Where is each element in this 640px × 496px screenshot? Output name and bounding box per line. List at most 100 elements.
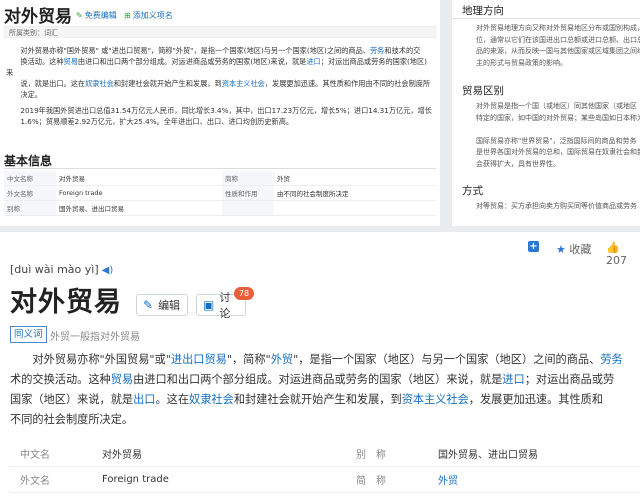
info-key: 别称	[4, 200, 56, 216]
text-line: 主的形式与贸易政策的影响。	[476, 58, 567, 67]
text-run: 2019年我国外贸进出口总值31.54万亿元人民币，同比增长3.4%，其中，出口…	[20, 106, 432, 115]
add-button[interactable]: +	[528, 241, 539, 252]
info-key: 中文名	[10, 441, 101, 467]
direction-paragraph: 对外贸易地理方向又称对外贸易地区分布或国别构成， 位，通常以它们在该国进出口总额或…	[462, 23, 640, 69]
add-box-icon: ⊞	[124, 11, 131, 20]
chat-icon: ▣	[203, 298, 215, 312]
text-line: 说，就是出口。这在奴隶社会和封建社会就开始产生和发展，到资本主义社会，发展更加迅…	[6, 78, 434, 89]
info-key: 性质和作用	[222, 185, 274, 201]
basic-info-table: 中文名 对外贸易 别 称 国外贸易、进出口贸易 外文名 Foreign trad…	[10, 441, 640, 493]
text-line: 不同的社会制度所决定。	[10, 410, 640, 430]
info-key: 别 称	[355, 441, 437, 467]
section-heading-direction: 地理方向	[462, 5, 504, 17]
like-button[interactable]: 👍 207	[606, 241, 640, 267]
basic-info-table: 中文名称 对外贸易 简称 外贸 外文名称 Foreign trade 性质和作用…	[4, 171, 436, 216]
pencil-icon: ✎	[143, 298, 154, 312]
discuss-count-badge: 78	[234, 287, 254, 300]
info-value: 对外贸易	[101, 441, 355, 467]
info-key: 中文名称	[4, 171, 56, 186]
info-value: 外贸	[274, 171, 436, 186]
info-value: Foreign trade	[101, 466, 355, 493]
inline-link[interactable]: 奴隶社会	[189, 393, 234, 406]
inline-link[interactable]: 奴隶社会	[85, 79, 114, 88]
info-key: 简 称	[355, 466, 437, 493]
info-value: 国外贸易、进出口贸易	[56, 200, 222, 216]
table-row: 中文名称 对外贸易 简称 外贸	[4, 171, 436, 186]
text-line: 特定的国家，如中国的对外贸易；某些岛国如日本称为	[476, 113, 640, 122]
inline-link[interactable]: 进出口贸易	[171, 353, 227, 366]
info-value: Foreign trade	[56, 185, 222, 201]
text-run: 换活动。这种	[20, 57, 64, 66]
text-run: "，简称"	[226, 353, 271, 366]
divider	[4, 168, 436, 169]
speaker-icon[interactable]: ◀)	[102, 265, 114, 276]
text-run: 对外贸易亦称"国外贸易" 或"进出口贸易"，简称"外贸"，是指一个国家(地区)与…	[20, 46, 370, 55]
text-line: 换活动。这种贸易由进口和出口两个部分组成。对运进商品或劳务的国家(地区)来说，就…	[6, 56, 434, 78]
inline-link[interactable]: 进口	[306, 57, 320, 66]
synonym-text[interactable]: 外贸一般指对外贸易	[50, 328, 140, 343]
text-run: 和封建社会就开始产生和发展，到	[113, 79, 222, 88]
edit-button[interactable]: ✎ 编辑	[136, 294, 188, 316]
text-line: 对外贸易是指一个国（或地区）同其他国家（或地区	[476, 102, 637, 110]
inline-link[interactable]: 贸易	[64, 57, 78, 66]
info-value-link[interactable]: 外贸	[437, 466, 640, 493]
inline-link[interactable]: 劳务	[600, 353, 622, 366]
method-paragraph: 对等贸易：买方承担向卖方购买同等价值商品或劳务	[462, 201, 640, 213]
summary-paragraph: 对外贸易亦称"国外贸易" 或"进出口贸易"，简称"外贸"，是指一个国家(地区)与…	[6, 45, 434, 100]
text-line: 1.6%；贸易顺差2.92万亿元，扩大25.4%。全年进出口、出口、进口均创历史…	[6, 116, 434, 127]
text-run: 。这在	[155, 393, 190, 406]
basic-info-title: 基本信息	[4, 154, 53, 168]
divider	[452, 18, 640, 19]
text-run: 由进口和出口两个部分组成。对运进商品或劳务的国家(地区)来说，就是	[77, 57, 307, 66]
text-line: 对外贸易地理方向又称对外贸易地区分布或国别构成，	[476, 24, 640, 32]
inline-link[interactable]: 资本主义社会	[222, 79, 265, 88]
section-heading-difference: 贸易区别	[462, 85, 504, 97]
inline-link[interactable]: 资本主义社会	[402, 393, 469, 406]
top-left-screenshot: 对外贸易 ✎ 免费编辑 ⊞ 添加义项名 所属类别：词汇 对外贸易亦称"国外贸易" 或…	[0, 0, 440, 226]
text-run: ，发展更加迅速。其性质和	[468, 393, 604, 406]
text-run: ；对运出商品或劳	[524, 373, 615, 386]
collect-button[interactable]: ★ 收藏	[556, 241, 591, 257]
text-line: 国际贸易亦称"世界贸易"，泛指国际间的商品和劳务	[476, 136, 637, 145]
text-run: ，发展更加迅速。其性质和作用由不同的社会制度所	[264, 79, 431, 88]
text-line: 对外贸易亦称"国外贸易" 或"进出口贸易"，简称"外贸"，是指一个国家(地区)与…	[6, 45, 434, 56]
info-key: 外文名称	[4, 185, 56, 201]
text-line: 会获得扩大，具有世界性。	[476, 159, 560, 168]
category-bar: 所属类别：词汇	[4, 26, 436, 38]
section-heading-method: 方式	[462, 185, 483, 197]
text-line: 术的交换活动。这种贸易由进口和出口两个部分组成。对运进商品或劳务的国家（地区）来…	[10, 370, 640, 390]
pinyin: [duì wài mào yì] ◀)	[10, 263, 114, 276]
bottom-screenshot: + ★ 收藏 👍 207 [duì wài mào yì] ◀) 对外贸易 ✎ 编辑…	[0, 232, 640, 496]
add-synonym-button[interactable]: ⊞ 添加义项名	[124, 10, 173, 21]
inline-link[interactable]: 劳务	[370, 46, 384, 55]
text-line: 对等贸易：买方承担向卖方购买同等价值商品或劳务	[476, 202, 637, 210]
table-row: 中文名 对外贸易 别 称 国外贸易、进出口贸易	[10, 441, 640, 467]
text-run: "，是指一个国家（地区）与另一个国家（地区）之间的商品、	[293, 353, 601, 366]
info-key: 外文名	[10, 466, 101, 493]
table-row: 外文名 Foreign trade 简 称 外贸	[10, 466, 640, 493]
inline-link[interactable]: 贸易	[111, 373, 133, 386]
info-value	[274, 200, 436, 216]
synonym-tag: 同义词	[10, 326, 47, 343]
star-icon: ★	[556, 243, 566, 256]
table-row: 别称 国外贸易、进出口贸易	[4, 200, 436, 216]
text-run: 决定。	[20, 90, 42, 99]
text-run: 国家（地区）来说，就是	[10, 393, 134, 406]
text-line: 2019年我国外贸进出口总值31.54万亿元人民币，同比增长3.4%，其中，出口…	[6, 105, 434, 116]
text-line: 品的来源，从而反映一国与其他国家或区域集团之间经	[476, 47, 640, 55]
text-line: 是世界各国对外贸易的总和，国际贸易在奴隶社会和封	[476, 148, 640, 156]
difference-paragraph: 对外贸易是指一个国（或地区）同其他国家（或地区 特定的国家，如中国的对外贸易；某些…	[462, 101, 640, 170]
inline-link[interactable]: 进口	[502, 373, 524, 386]
entry-title: 对外贸易	[10, 287, 122, 318]
free-edit-button[interactable]: ✎ 免费编辑	[76, 10, 117, 21]
inline-link[interactable]: 出口	[133, 393, 155, 406]
text-run: 术的交换活动。这种	[10, 373, 111, 386]
table-row: 外文名称 Foreign trade 性质和作用 由不同的社会制度所决定	[4, 185, 436, 201]
inline-link[interactable]: 外贸	[271, 353, 293, 366]
text-run: 说，就是出口。这在	[20, 79, 86, 88]
text-run: 和技术的交	[384, 46, 421, 55]
stats-paragraph: 2019年我国外贸进出口总值31.54万亿元人民币，同比增长3.4%，其中，出口…	[6, 105, 434, 127]
info-value: 对外贸易	[56, 171, 222, 186]
page-title: 对外贸易	[4, 7, 72, 27]
text-run: 由进口和出口两个部分组成。对运进商品或劳务的国家（地区）来说，就是	[133, 373, 503, 386]
